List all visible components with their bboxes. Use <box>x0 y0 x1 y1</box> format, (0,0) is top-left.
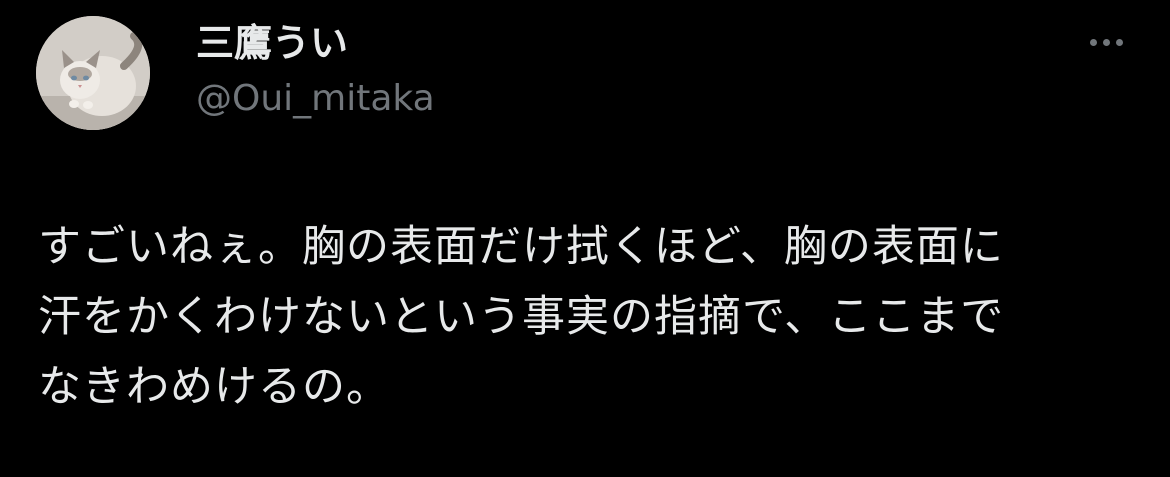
tweet-text-line: なきわめけるの。 <box>38 362 390 412</box>
user-handle[interactable]: @Oui_mitaka <box>196 76 435 122</box>
tweet-header: 三鷹うい @Oui_mitaka <box>196 18 435 122</box>
display-name[interactable]: 三鷹うい <box>196 18 435 68</box>
tweet-text-line: すごいねぇ。胸の表面だけ拭くほど、胸の表面に <box>38 222 1004 272</box>
more-horizontal-icon <box>1102 38 1110 46</box>
more-options-button[interactable] <box>1078 22 1134 62</box>
more-horizontal-icon <box>1089 38 1097 46</box>
cat-avatar-icon <box>36 16 150 130</box>
tweet-text-line: 汗をかくわけないという事実の指摘で、ここまで <box>38 292 1005 342</box>
avatar[interactable] <box>36 16 150 130</box>
more-horizontal-icon <box>1115 38 1123 46</box>
tweet-text: すごいねぇ。胸の表面だけ拭くほど、胸の表面に 汗をかくわけないという事実の指摘で… <box>38 212 1138 422</box>
tweet-card: 三鷹うい @Oui_mitaka すごいねぇ。胸の表面だけ拭くほど、胸の表面に … <box>0 0 1170 477</box>
